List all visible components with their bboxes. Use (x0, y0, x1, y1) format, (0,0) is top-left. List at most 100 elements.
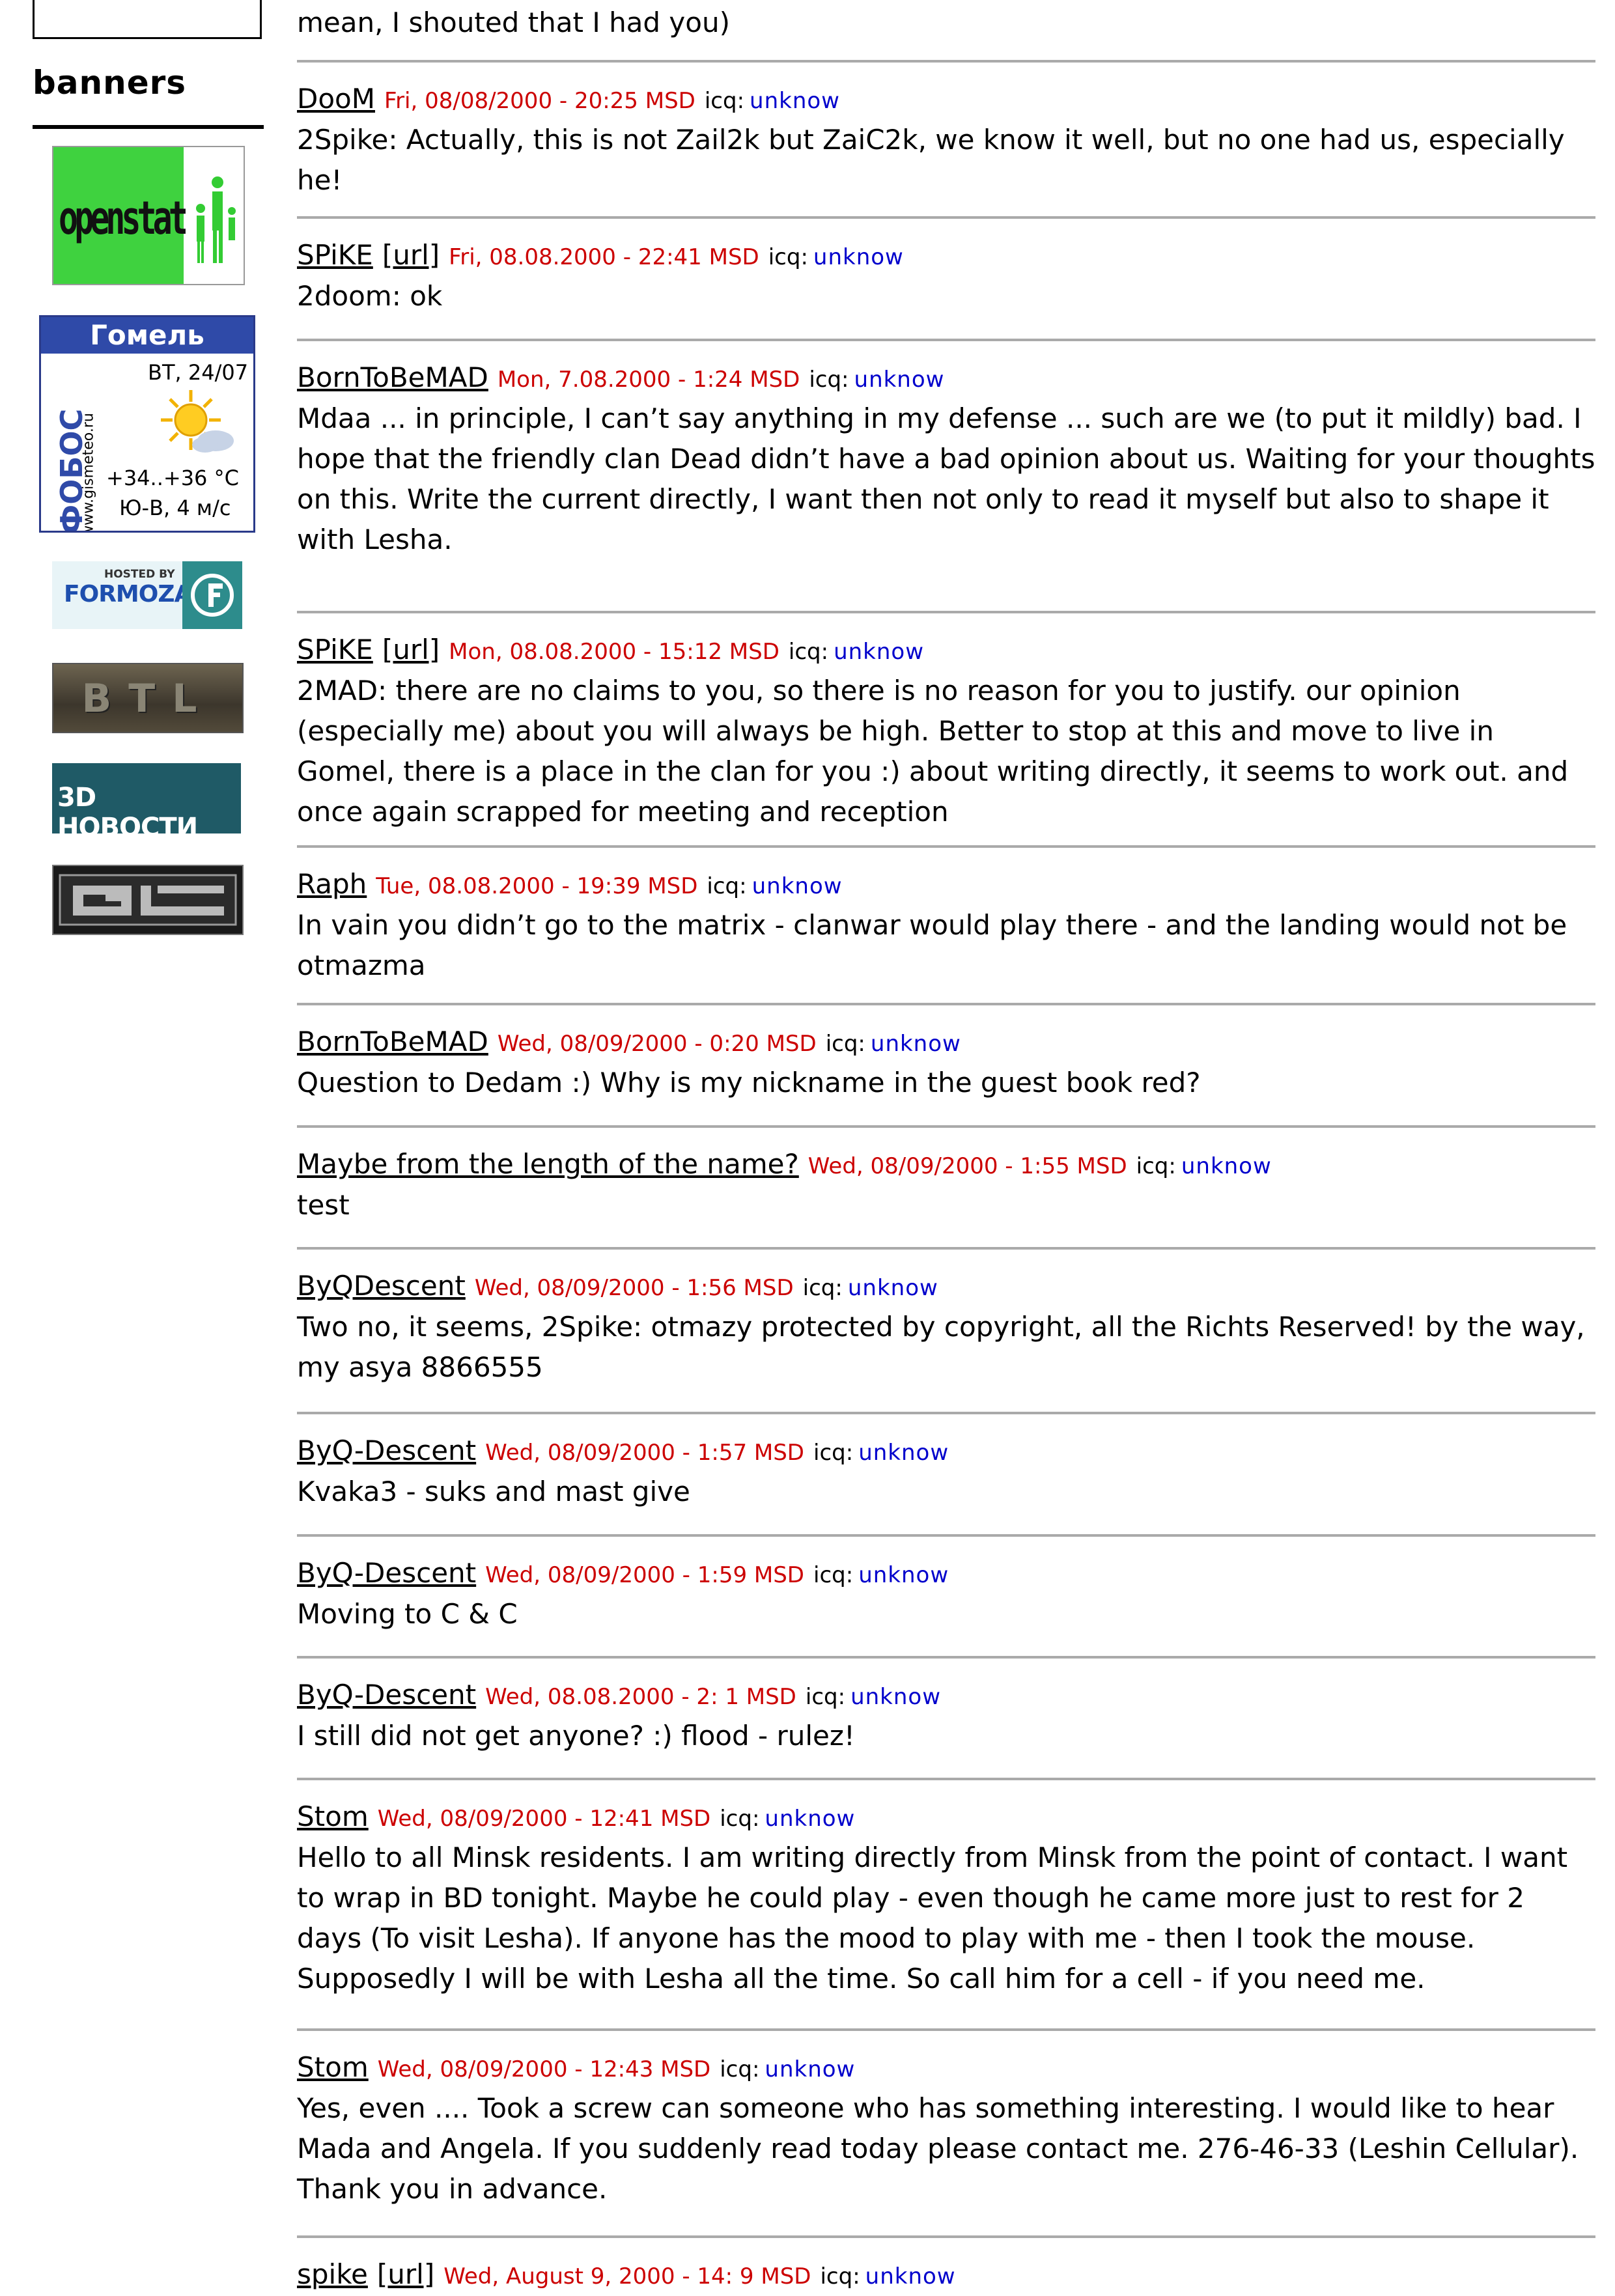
entry-message: test (297, 1189, 350, 1221)
icq-value: unknow (850, 1684, 942, 1710)
weather-temp: +34..+36 °C (106, 466, 239, 490)
formoza-banner[interactable]: HOSTED BY FORMOZA (52, 561, 242, 629)
author-link[interactable]: BornToBeMAD (297, 361, 488, 393)
3d-news-label: 3D НОВОСТИ (57, 783, 198, 833)
entry-header: SPiKE [url] Fri, 08.08.2000 - 22:41 MSD icq… (297, 236, 904, 277)
btl-banner[interactable]: BTL (52, 663, 244, 733)
sun-cloud-icon (161, 390, 234, 453)
entry-divider (297, 1656, 1595, 1659)
icq-value: unknow (858, 1440, 949, 1466)
people-icon (196, 176, 236, 263)
author-link[interactable]: Maybe from the length of the name? (297, 1148, 799, 1180)
entry-message: Yes, even .... Took a screw can someone … (297, 2092, 1579, 2205)
entry-header: BornToBeMAD Wed, 08/09/2000 - 0:20 MSD icq… (297, 1022, 961, 1063)
entry-message: 2Spike: Actually, this is not Zail2k but… (297, 124, 1565, 196)
entry-date: Wed, 08/09/2000 - 12:41 MSD (377, 1806, 711, 1832)
icq-label: icq: (809, 367, 849, 393)
entry-date: Wed, August 9, 2000 - 14: 9 MSD (443, 2263, 811, 2289)
entry-date: Wed, 08/09/2000 - 1:55 MSD (808, 1153, 1127, 1179)
author-link[interactable]: ByQDescent (297, 1270, 466, 1302)
weather-banner[interactable]: Гомель ФОБОС www.gismeteo.ru ВТ, 24/07 +… (39, 315, 255, 533)
entry-divider (297, 2235, 1595, 2238)
entry-header: Stom Wed, 08/09/2000 - 12:41 MSD icq: unkno… (297, 1797, 855, 1838)
icq-value: unknow (865, 2263, 956, 2289)
entry-header: DooM Fri, 08/08/2000 - 20:25 MSD icq: unkno… (297, 79, 840, 120)
entry-date: Wed, 08/09/2000 - 1:59 MSD (485, 1562, 804, 1588)
icq-value: unknow (751, 873, 843, 899)
url-link[interactable]: [url] (377, 2258, 434, 2290)
entry-header: Raph Tue, 08.08.2000 - 19:39 MSD icq: unkno… (297, 865, 843, 906)
formoza-logo-icon (182, 561, 242, 629)
url-link[interactable]: [url] (382, 634, 440, 665)
icq-value: unknow (750, 88, 840, 114)
entry-divider (297, 339, 1595, 341)
search-input[interactable] (33, 0, 262, 39)
openstat-banner[interactable]: openstat (52, 146, 245, 285)
icq-label: icq: (813, 1562, 854, 1588)
entry-date: Tue, 08.08.2000 - 19:39 MSD (376, 873, 698, 899)
entry-date: Fri, 08.08.2000 - 22:41 MSD (449, 244, 759, 270)
icq-label: icq: (825, 1031, 865, 1057)
entry-header: spike [url] Wed, August 9, 2000 - 14: 9 MS… (297, 2255, 956, 2296)
banners-heading: banners (33, 64, 187, 102)
entry-message: Kvaka3 - suks and mast give (297, 1476, 690, 1507)
weather-city: Гомель (41, 317, 253, 354)
icq-value: unknow (870, 1031, 961, 1057)
sidebar: banners openstat Гомель ФОБОС www.gismet… (0, 0, 280, 2285)
icq-label: icq: (802, 1275, 843, 1301)
entry-header: ByQ-Descent Wed, 08.08.2000 - 2: 1 MSD icq… (297, 1675, 941, 1716)
icq-label: icq: (707, 873, 747, 899)
author-link[interactable]: spike (297, 2258, 368, 2290)
author-link[interactable]: Raph (297, 868, 367, 900)
icq-label: icq: (813, 1440, 854, 1466)
entry-date: Fri, 08/08/2000 - 20:25 MSD (384, 88, 695, 114)
entry-divider (297, 611, 1595, 613)
gl-banner[interactable] (52, 865, 244, 935)
author-link[interactable]: Stom (297, 1800, 369, 1832)
icq-value: unknow (834, 639, 925, 665)
entry-header: Maybe from the length of the name? Wed, 0… (297, 1145, 1272, 1186)
entry-message: Mdaa ... in principle, I can’t say anyth… (297, 402, 1595, 555)
formoza-hosted-label: HOSTED BY (104, 568, 175, 581)
entry-message: Question to Dedam :) Why is my nickname … (297, 1067, 1201, 1099)
previous-entry-text: mean, I shouted that I had you) (297, 7, 730, 38)
entry-date: Mon, 08.08.2000 - 15:12 MSD (449, 639, 779, 665)
icq-value: unknow (854, 367, 945, 393)
url-link[interactable]: [url] (382, 239, 440, 271)
formoza-circle-icon (191, 574, 234, 617)
entry-header: ByQ-Descent Wed, 08/09/2000 - 1:57 MSD icq… (297, 1431, 949, 1472)
entry-divider (297, 1247, 1595, 1250)
entry-divider (297, 60, 1595, 63)
formoza-label: FORMOZA (64, 581, 192, 608)
author-link[interactable]: DooM (297, 83, 375, 115)
icq-label: icq: (704, 88, 745, 114)
author-link[interactable]: Stom (297, 2051, 369, 2083)
entry-message: 2MAD: there are no claims to you, so the… (297, 675, 1569, 828)
entry-divider (297, 1778, 1595, 1780)
icq-value: unknow (765, 2056, 856, 2082)
entry-divider (297, 845, 1595, 848)
icq-value: unknow (813, 244, 904, 270)
entry-header: SPiKE [url] Mon, 08.08.2000 - 15:12 MSD icq… (297, 630, 924, 671)
entry-message: In vain you didn’t go to the matrix - cl… (297, 909, 1567, 981)
icq-value: unknow (858, 1562, 949, 1588)
author-link[interactable]: ByQ-Descent (297, 1679, 476, 1711)
entry-message: I still did not get anyone? :) flood - r… (297, 1720, 855, 1752)
icq-label: icq: (720, 1806, 760, 1832)
icq-label: icq: (820, 2263, 860, 2289)
3d-news-banner[interactable]: 3D НОВОСТИ (52, 763, 241, 833)
entry-divider (297, 1534, 1595, 1537)
author-link[interactable]: SPiKE (297, 634, 373, 665)
weather-brand-strip: ФОБОС www.gismeteo.ru (44, 356, 97, 531)
entry-message: Hello to all Minsk residents. I am writi… (297, 1841, 1568, 1995)
author-link[interactable]: ByQ-Descent (297, 1557, 476, 1589)
author-link[interactable]: SPiKE (297, 239, 373, 271)
icq-value: unknow (765, 1806, 856, 1832)
icq-value: unknow (847, 1275, 938, 1301)
author-link[interactable]: BornToBeMAD (297, 1026, 488, 1057)
author-link[interactable]: ByQ-Descent (297, 1435, 476, 1466)
entry-header: BornToBeMAD Mon, 7.08.2000 - 1:24 MSD icq:… (297, 358, 944, 399)
entry-divider (297, 1125, 1595, 1128)
icq-label: icq: (1136, 1153, 1176, 1179)
icq-value: unknow (1181, 1153, 1272, 1179)
